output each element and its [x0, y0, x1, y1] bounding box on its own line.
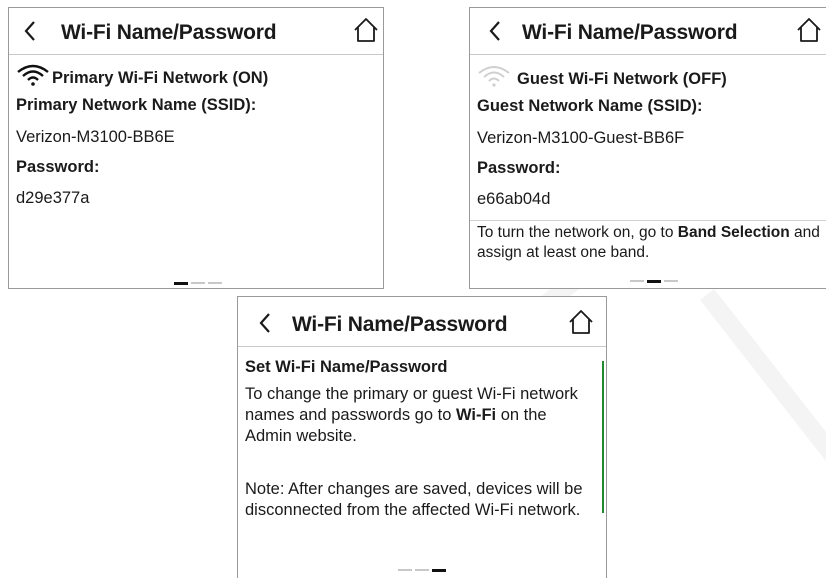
page-indicator [174, 282, 224, 285]
screen-primary-wifi: Wi-Fi Name/Password Primary Wi-Fi Networ… [8, 7, 384, 289]
chevron-left-icon[interactable] [488, 20, 502, 42]
network-status-row: Primary Wi-Fi Network (ON) [16, 64, 268, 91]
page-dot-active [174, 282, 188, 285]
wifi-link[interactable]: Wi-Fi [456, 406, 496, 424]
page-indicator [630, 280, 680, 283]
home-icon[interactable] [796, 17, 822, 48]
wifi-icon [16, 64, 50, 91]
page-title: Wi-Fi Name/Password [61, 21, 277, 44]
ssid-label: Primary Network Name (SSID): [16, 96, 257, 114]
header-bar: Wi-Fi Name/Password [9, 8, 383, 55]
watermark-stroke [700, 288, 826, 584]
page-indicator [398, 569, 448, 572]
header-bar: Wi-Fi Name/Password [238, 297, 606, 347]
home-icon[interactable] [353, 17, 379, 48]
password-value: e66ab04d [477, 190, 551, 208]
band-selection-note: To turn the network on, go to Band Selec… [477, 223, 822, 263]
home-icon[interactable] [568, 309, 594, 340]
ssid-label: Guest Network Name (SSID): [477, 97, 703, 115]
screen-set-wifi-info: Wi-Fi Name/Password Set Wi-Fi Name/Passw… [237, 296, 607, 578]
page-dot-active [647, 280, 661, 283]
page-title: Wi-Fi Name/Password [522, 21, 738, 44]
network-status-row: Guest Wi-Fi Network (OFF) [477, 65, 727, 92]
chevron-left-icon[interactable] [258, 312, 272, 334]
password-value: d29e377a [16, 189, 90, 207]
scrollbar[interactable] [602, 361, 604, 513]
note-paragraph: Note: After changes are saved, devices w… [245, 480, 583, 519]
page-dot [415, 569, 429, 571]
page-dot [630, 280, 644, 282]
instructions-paragraph: To change the primary or guest Wi-Fi net… [245, 384, 592, 447]
page-dot [664, 280, 678, 282]
ssid-value: Verizon-M3100-Guest-BB6F [477, 129, 685, 147]
divider [470, 220, 826, 221]
ssid-value: Verizon-M3100-BB6E [16, 128, 175, 146]
page-dot [208, 282, 222, 284]
network-status-label: Primary Wi-Fi Network (ON) [52, 69, 269, 87]
screen-guest-wifi: Wi-Fi Name/Password Guest Wi-Fi Network … [469, 7, 826, 289]
password-label: Password: [16, 158, 100, 176]
page-dot [398, 569, 412, 571]
page-title: Wi-Fi Name/Password [292, 313, 508, 336]
section-heading: Set Wi-Fi Name/Password [245, 358, 448, 376]
note-text: To turn the network on, go to [477, 224, 678, 241]
header-bar: Wi-Fi Name/Password [470, 8, 826, 55]
network-status-label: Guest Wi-Fi Network (OFF) [517, 70, 727, 88]
chevron-left-icon[interactable] [23, 20, 37, 42]
password-label: Password: [477, 159, 561, 177]
wifi-icon [477, 65, 511, 92]
page-dot [191, 282, 205, 284]
page-dot-active [432, 569, 446, 572]
band-selection-link[interactable]: Band Selection [678, 224, 790, 241]
